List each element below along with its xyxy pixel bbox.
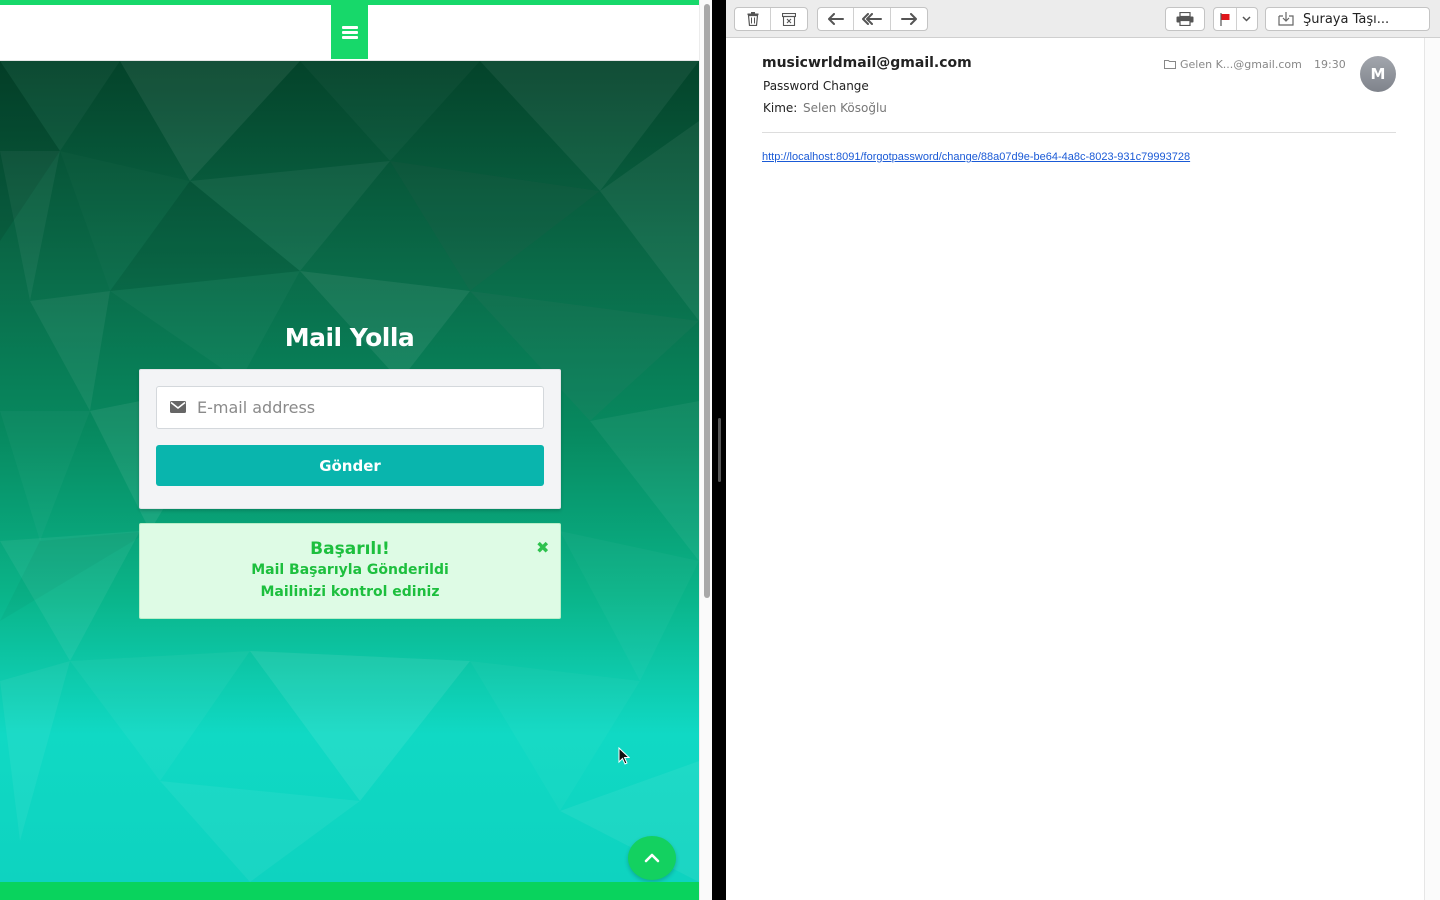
reply-all-button[interactable]: [854, 8, 891, 30]
sender-avatar: M: [1360, 56, 1396, 92]
message-time: 19:30: [1314, 58, 1346, 71]
email-field[interactable]: [156, 386, 544, 429]
mail-viewer: Şuraya Taşı... musicwrldmail@gmail.com P…: [726, 0, 1440, 900]
success-alert: Başarılı! Mail Başarıyla Gönderildi Mail…: [139, 523, 561, 619]
reply-icon: [827, 13, 844, 25]
chevron-down-icon: [1242, 16, 1251, 22]
mail-toolbar: Şuraya Taşı...: [726, 0, 1440, 38]
folder-icon: [1164, 60, 1176, 69]
archive-icon: [782, 12, 796, 26]
move-to-folder-label: Şuraya Taşı...: [1303, 12, 1390, 27]
reply-all-icon: [862, 13, 883, 25]
message-header: musicwrldmail@gmail.com Password Change …: [762, 38, 1396, 133]
reply-button[interactable]: [818, 8, 855, 30]
send-button[interactable]: Gönder: [156, 445, 544, 486]
archive-button[interactable]: [771, 8, 807, 30]
print-icon: [1176, 12, 1194, 26]
password-reset-link[interactable]: http://localhost:8091/forgotpassword/cha…: [762, 151, 1190, 163]
form-title: Mail Yolla: [284, 323, 415, 352]
mail-scrollbar[interactable]: [1424, 38, 1440, 900]
forward-button[interactable]: [891, 8, 927, 30]
chevron-up-icon: [644, 853, 660, 863]
recipient-label: Kime:: [763, 101, 798, 115]
reply-forward-group: [817, 7, 928, 31]
sender-address: musicwrldmail@gmail.com: [762, 55, 972, 71]
alert-close-icon[interactable]: ✖: [536, 540, 549, 556]
split-view-handle[interactable]: [718, 418, 721, 482]
mouse-cursor-icon: [618, 747, 630, 765]
print-group: [1165, 7, 1205, 31]
page-scrollbar-thumb[interactable]: [704, 4, 710, 598]
menu-toggle-button[interactable]: [331, 5, 368, 59]
email-input[interactable]: [197, 387, 537, 428]
navbar: [0, 5, 699, 61]
scroll-to-top-button[interactable]: [628, 836, 676, 880]
flag-menu-button[interactable]: [1237, 8, 1257, 30]
flag-group: [1213, 7, 1258, 31]
forward-icon: [900, 13, 917, 25]
flag-icon: [1220, 12, 1230, 26]
delete-archive-group: [734, 7, 808, 31]
alert-title: Başarılı!: [310, 539, 390, 559]
flag-button[interactable]: [1214, 8, 1237, 30]
move-to-folder-field[interactable]: Şuraya Taşı...: [1265, 7, 1430, 31]
message-subject: Password Change: [763, 79, 869, 93]
hamburger-icon: [341, 25, 358, 39]
hero-background: Mail Yolla Gönder Başarılı! Mail Başarıy…: [0, 61, 699, 882]
alert-message: Mail Başarıyla Gönderildi: [251, 562, 449, 578]
mailbox-folder-label[interactable]: Gelen K...@gmail.com: [1180, 58, 1302, 71]
envelope-icon: [170, 401, 186, 413]
footer-accent-line: [0, 882, 699, 900]
move-to-folder-icon: [1278, 12, 1294, 26]
alert-hint: Mailinizi kontrol ediniz: [260, 584, 440, 600]
trash-icon: [747, 12, 758, 26]
page-scrollbar[interactable]: [699, 0, 712, 900]
send-mail-form: Gönder: [139, 369, 561, 509]
print-button[interactable]: [1166, 8, 1204, 30]
browser-page: Mail Yolla Gönder Başarılı! Mail Başarıy…: [0, 0, 712, 900]
split-view-divider[interactable]: [712, 0, 726, 900]
recipient-name: Selen Kösoğlu: [803, 101, 887, 115]
delete-button[interactable]: [735, 8, 771, 30]
